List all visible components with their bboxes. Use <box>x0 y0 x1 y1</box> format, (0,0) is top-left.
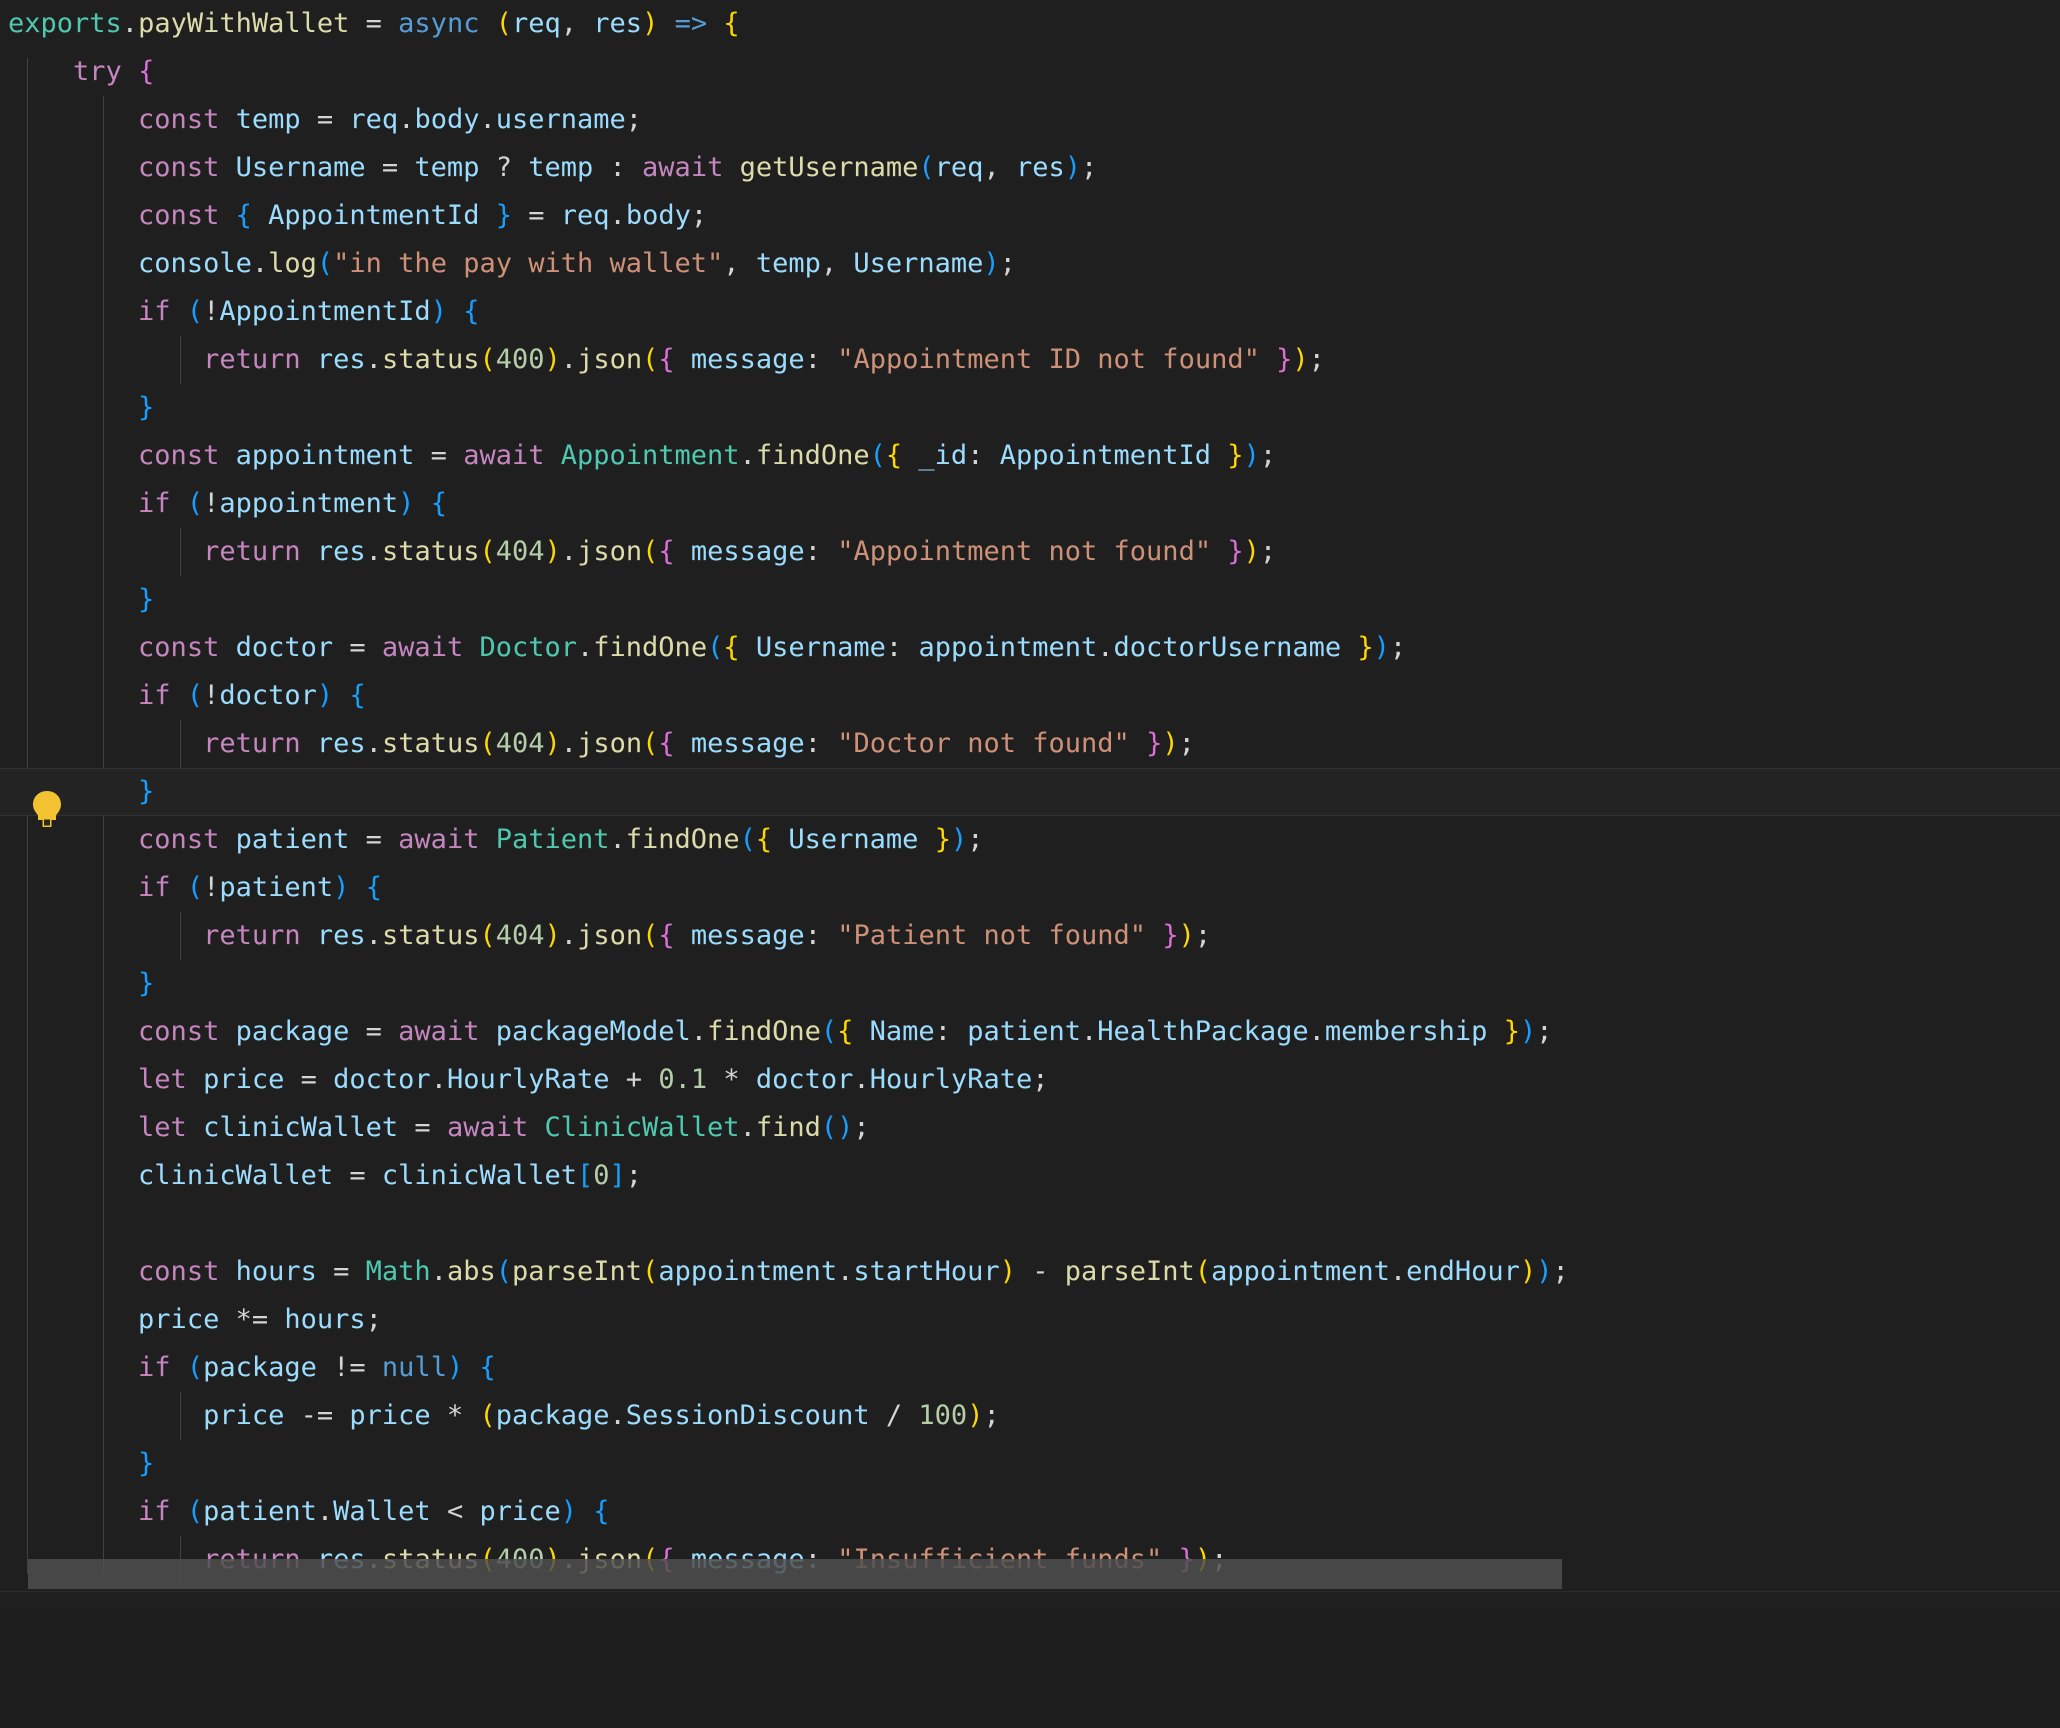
code-line[interactable]: const patient = await Patient.findOne({ … <box>0 816 2060 864</box>
code-line[interactable]: return res.status(404).json({ message: "… <box>0 912 2060 960</box>
code-line[interactable]: return res.status(400).json({ message: "… <box>0 336 2060 384</box>
code-line[interactable]: } <box>0 960 2060 1008</box>
code-line[interactable]: price *= hours; <box>0 1296 2060 1344</box>
code-line[interactable]: return res.status(404).json({ message: "… <box>0 720 2060 768</box>
code-line[interactable]: exports.payWithWallet = async (req, res)… <box>0 0 2060 48</box>
code-line[interactable]: if (!patient) { <box>0 864 2060 912</box>
code-line[interactable]: const package = await packageModel.findO… <box>0 1008 2060 1056</box>
code-line[interactable]: clinicWallet = clinicWallet[0]; <box>0 1152 2060 1200</box>
code-line[interactable]: let clinicWallet = await ClinicWallet.fi… <box>0 1104 2060 1152</box>
lightbulb-icon[interactable] <box>27 788 67 830</box>
code-line[interactable]: const { AppointmentId } = req.body; <box>0 192 2060 240</box>
code-line[interactable]: return res.status(404).json({ message: "… <box>0 528 2060 576</box>
code-line[interactable]: console.log("in the pay with wallet", te… <box>0 240 2060 288</box>
code-line[interactable]: const doctor = await Doctor.findOne({ Us… <box>0 624 2060 672</box>
code-line[interactable]: } <box>0 576 2060 624</box>
code-line[interactable]: } <box>0 384 2060 432</box>
code-line[interactable]: const appointment = await Appointment.fi… <box>0 432 2060 480</box>
code-line[interactable]: } <box>0 1440 2060 1488</box>
code-line[interactable]: price -= price * (package.SessionDiscoun… <box>0 1392 2060 1440</box>
code-line[interactable]: if (!AppointmentId) { <box>0 288 2060 336</box>
code-line[interactable]: try { <box>0 48 2060 96</box>
code-line[interactable]: const hours = Math.abs(parseInt(appointm… <box>0 1248 2060 1296</box>
code-line[interactable]: const Username = temp ? temp : await get… <box>0 144 2060 192</box>
code-line-current[interactable]: } <box>0 768 2060 816</box>
code-line[interactable]: let price = doctor.HourlyRate + 0.1 * do… <box>0 1056 2060 1104</box>
editor-bottom-bar <box>0 1591 2060 1610</box>
horizontal-scrollbar[interactable] <box>28 1559 1562 1589</box>
code-line[interactable]: if (!appointment) { <box>0 480 2060 528</box>
code-line[interactable]: if (!doctor) { <box>0 672 2060 720</box>
code-line[interactable]: if (package != null) { <box>0 1344 2060 1392</box>
code-editor[interactable]: exports.payWithWallet = async (req, res)… <box>0 0 2060 1610</box>
code-line[interactable]: if (patient.Wallet < price) { <box>0 1488 2060 1536</box>
code-line-blank[interactable] <box>0 1200 2060 1248</box>
code-line[interactable]: const temp = req.body.username; <box>0 96 2060 144</box>
